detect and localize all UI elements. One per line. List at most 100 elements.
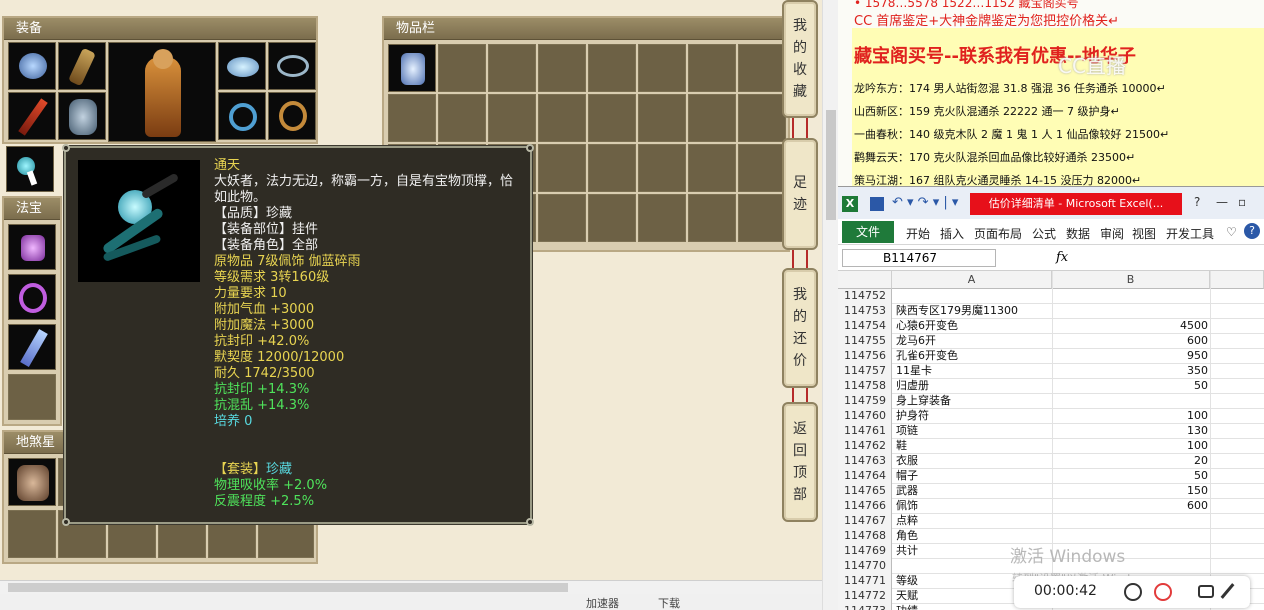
my-offers-button[interactable]: 我的还价: [782, 268, 818, 388]
equip-slot-staff[interactable]: [8, 92, 56, 140]
row-header[interactable]: 114752: [838, 289, 892, 304]
row-header[interactable]: 114769: [838, 544, 892, 559]
inventory-slot[interactable]: [538, 144, 586, 192]
fabao-slot-3[interactable]: [8, 324, 56, 370]
cell-b[interactable]: 100: [1052, 439, 1208, 454]
file-tab[interactable]: 文件: [842, 221, 894, 243]
minimize-icon[interactable]: ?: [1194, 195, 1200, 209]
stop-record-icon[interactable]: [1154, 583, 1172, 601]
inventory-slot[interactable]: [638, 194, 686, 242]
row-header[interactable]: 114762: [838, 439, 892, 454]
cell-b[interactable]: [1052, 394, 1208, 409]
row-header[interactable]: 114770: [838, 559, 892, 574]
equip-slot-weapon[interactable]: [58, 42, 106, 90]
download-label[interactable]: 下载: [658, 595, 680, 610]
cell-b[interactable]: 4500: [1052, 319, 1208, 334]
cell-a[interactable]: 心猿6开变色: [896, 319, 1046, 334]
row-header[interactable]: 114757: [838, 364, 892, 379]
inventory-slot[interactable]: [538, 194, 586, 242]
dishaoxing-slot-3[interactable]: [8, 510, 56, 558]
cell-a[interactable]: 衣服: [896, 454, 1046, 469]
help-icon[interactable]: ?: [1244, 223, 1260, 239]
row-header[interactable]: 114764: [838, 469, 892, 484]
cell-a[interactable]: 帽子: [896, 469, 1046, 484]
save-icon[interactable]: [870, 197, 884, 211]
tab-home[interactable]: 开始: [906, 225, 930, 242]
equip-slot-pendant[interactable]: [6, 146, 54, 192]
name-box[interactable]: B114767: [842, 249, 996, 267]
inventory-slot[interactable]: [488, 94, 536, 142]
row-header[interactable]: 114756: [838, 349, 892, 364]
equip-slot-belt[interactable]: [268, 92, 316, 140]
inventory-slot[interactable]: [688, 194, 736, 242]
row-header[interactable]: 114765: [838, 484, 892, 499]
inventory-slot[interactable]: [738, 44, 786, 92]
inventory-slot[interactable]: [688, 144, 736, 192]
fx-icon[interactable]: fx: [1056, 250, 1068, 265]
inventory-slot[interactable]: [588, 94, 636, 142]
cell-a[interactable]: 佩饰: [896, 499, 1046, 514]
back-to-top-button[interactable]: 返回顶部: [782, 402, 818, 522]
tab-developer[interactable]: 开发工具: [1166, 225, 1214, 242]
inventory-slot[interactable]: [488, 44, 536, 92]
column-header-c[interactable]: [1210, 271, 1264, 289]
inventory-slot[interactable]: [738, 144, 786, 192]
cell-a[interactable]: 点粹: [896, 514, 1046, 529]
row-header[interactable]: 114766: [838, 499, 892, 514]
row-header[interactable]: 114760: [838, 409, 892, 424]
equip-slot-helmet[interactable]: [8, 42, 56, 90]
cell-b[interactable]: 350: [1052, 364, 1208, 379]
row-header[interactable]: 114771: [838, 574, 892, 589]
cell-b[interactable]: 130: [1052, 424, 1208, 439]
equip-slot-necklace[interactable]: [268, 42, 316, 90]
select-all-corner[interactable]: [838, 271, 892, 289]
horizontal-scrollbar[interactable]: [0, 580, 822, 594]
cell-a[interactable]: 归虚册: [896, 379, 1046, 394]
tab-page-layout[interactable]: 页面布局: [974, 225, 1022, 242]
pen-icon[interactable]: [1220, 583, 1235, 599]
cell-b[interactable]: 600: [1052, 334, 1208, 349]
cell-b[interactable]: 150: [1052, 484, 1208, 499]
inventory-slot[interactable]: [688, 44, 736, 92]
my-favorites-button[interactable]: 我的收藏: [782, 0, 818, 118]
tab-insert[interactable]: 插入: [940, 225, 964, 242]
inventory-slot[interactable]: [438, 44, 486, 92]
equip-slot-ring[interactable]: [218, 92, 266, 140]
vertical-scroll-thumb[interactable]: [826, 110, 836, 220]
cell-b[interactable]: 20: [1052, 454, 1208, 469]
cell-a[interactable]: 项链: [896, 424, 1046, 439]
row-header[interactable]: 114768: [838, 529, 892, 544]
column-header-b[interactable]: B: [1052, 271, 1210, 289]
equip-slot-armor[interactable]: [58, 92, 106, 140]
cell-a[interactable]: [896, 289, 1046, 304]
inventory-slot[interactable]: [588, 144, 636, 192]
dishaoxing-slot-1[interactable]: [8, 458, 56, 506]
row-header[interactable]: 114759: [838, 394, 892, 409]
cell-b[interactable]: 600: [1052, 499, 1208, 514]
tab-formulas[interactable]: 公式: [1032, 225, 1056, 242]
inventory-slot[interactable]: [538, 94, 586, 142]
inventory-slot[interactable]: [738, 94, 786, 142]
ribbon-collapse-icon[interactable]: ♡: [1226, 225, 1237, 239]
inventory-slot[interactable]: [688, 94, 736, 142]
horizontal-scroll-thumb[interactable]: [8, 583, 568, 592]
row-header[interactable]: 114773: [838, 604, 892, 610]
inventory-slot[interactable]: [638, 144, 686, 192]
inventory-slot[interactable]: [438, 94, 486, 142]
tab-review[interactable]: 审阅: [1100, 225, 1124, 242]
inventory-slot[interactable]: [388, 44, 436, 92]
inventory-slot[interactable]: [588, 44, 636, 92]
undo-icon[interactable]: ↶ ▾ ↷ ▾ | ▾: [892, 195, 958, 210]
inventory-slot[interactable]: [588, 194, 636, 242]
pause-icon[interactable]: [1124, 583, 1142, 601]
tab-view[interactable]: 视图: [1132, 225, 1156, 242]
cell-b[interactable]: 50: [1052, 379, 1208, 394]
cell-a[interactable]: 陕西专区179男魔11300: [896, 304, 1046, 319]
cell-a[interactable]: 护身符: [896, 409, 1046, 424]
inventory-slot[interactable]: [388, 94, 436, 142]
inventory-slot[interactable]: [738, 194, 786, 242]
fabao-slot-1[interactable]: [8, 224, 56, 270]
cell-a[interactable]: 孔雀6开变色: [896, 349, 1046, 364]
cell-a[interactable]: 龙马6开: [896, 334, 1046, 349]
cell-a[interactable]: 11星卡: [896, 364, 1046, 379]
